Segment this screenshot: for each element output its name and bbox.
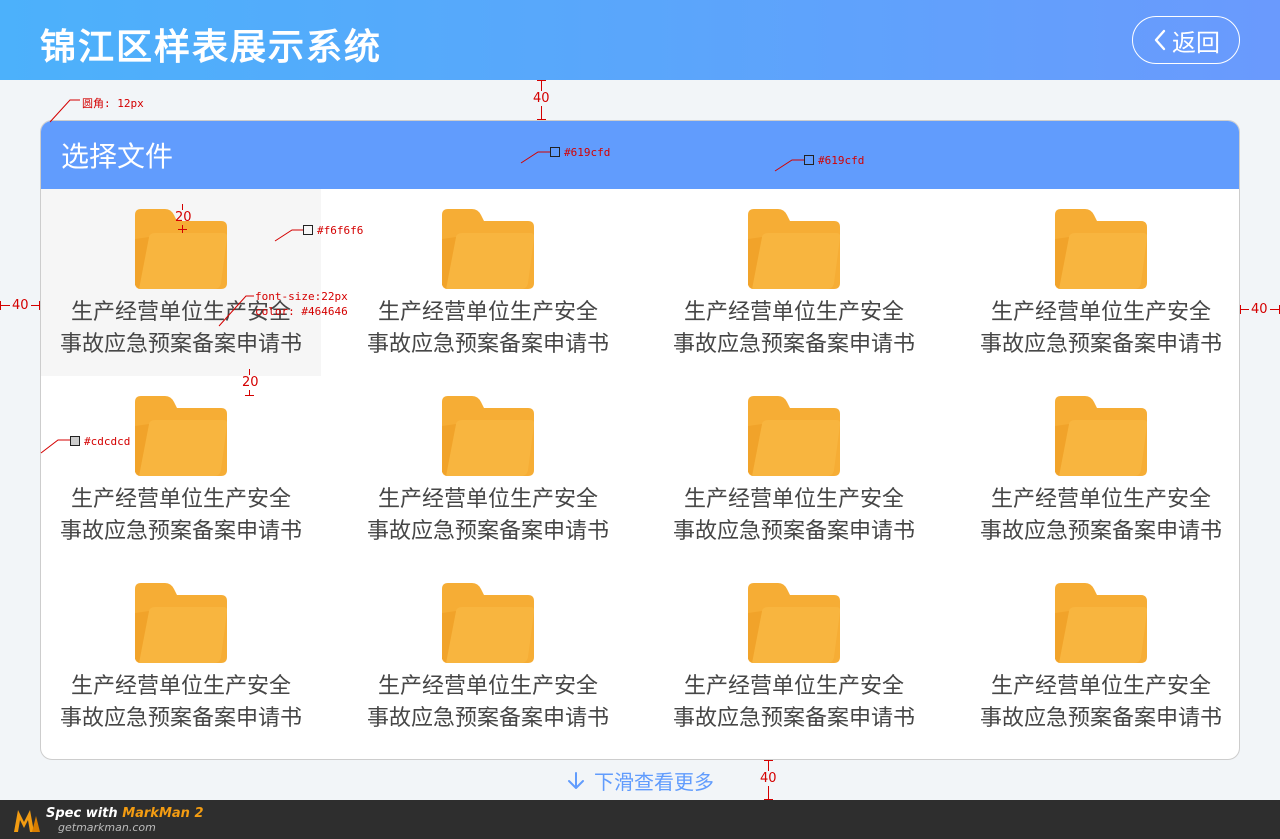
file-name-line: 事故应急预案备案申请书 [672, 519, 915, 544]
folder-icon [1055, 583, 1147, 663]
footer-spec-text: Spec with MarkMan 2 [46, 806, 204, 821]
dimension-tick [0, 301, 1, 310]
annotation-pointer [274, 229, 304, 242]
footer-site: getmarkman.com [58, 821, 156, 834]
file-item[interactable]: 生产经营单位生产安全 事故应急预案备案申请书 [348, 189, 628, 376]
file-name: 生产经营单位生产安全 事故应急预案备案申请书 [664, 297, 924, 361]
folder-icon [442, 396, 534, 476]
file-name: 生产经营单位生产安全 事故应急预案备案申请书 [358, 484, 618, 548]
dimension-tick [178, 229, 187, 230]
file-name-line: 生产经营单位生产安全 [70, 674, 291, 699]
app-title: 锦江区样表展示系统 [40, 27, 383, 68]
annotation-gap-left: 40 [10, 298, 31, 313]
file-item[interactable]: 生产经营单位生产安全 事故应急预案备案申请书 [961, 189, 1239, 376]
file-name: 生产经营单位生产安全 事故应急预案备案申请书 [664, 484, 924, 548]
file-name-line: 事故应急预案备案申请书 [979, 706, 1222, 731]
markman-logo-icon [14, 810, 40, 832]
file-name-line: 生产经营单位生产安全 [70, 487, 291, 512]
file-item[interactable]: 生产经营单位生产安全 事故应急预案备案申请书 [654, 376, 934, 563]
dimension-line [182, 204, 183, 210]
annotation-gap-top: 40 [533, 91, 550, 106]
file-item[interactable]: 生产经营单位生产安全 事故应急预案备案申请书 [654, 189, 934, 376]
file-name: 生产经营单位生产安全 事故应急预案备案申请书 [971, 484, 1231, 548]
file-name: 生产经营单位生产安全 事故应急预案备案申请书 [51, 671, 311, 735]
file-name-line: 生产经营单位生产安全 [377, 300, 598, 325]
file-name-line: 事故应急预案备案申请书 [366, 519, 609, 544]
file-name: 生产经营单位生产安全 事故应急预案备案申请书 [971, 671, 1231, 735]
file-name-line: 事故应急预案备案申请书 [59, 519, 302, 544]
folder-icon [442, 583, 534, 663]
annotation-pointer [40, 439, 70, 454]
back-button[interactable]: 返回 [1132, 16, 1240, 64]
annotation-radius: 圆角: 12px [82, 97, 144, 110]
annotation-pointer [49, 99, 80, 123]
annotation-pointer [520, 151, 550, 164]
annotation-pointer [218, 295, 254, 327]
file-name-line: 事故应急预案备案申请书 [59, 706, 302, 731]
file-name: 生产经营单位生产安全 事故应急预案备案申请书 [971, 297, 1231, 361]
annotation-border-color: #cdcdcd [70, 435, 130, 448]
annotation-font-color: color: #464646 [255, 305, 348, 318]
file-name-line: 事故应急预案备案申请书 [366, 332, 609, 357]
file-name-line: 生产经营单位生产安全 [990, 674, 1211, 699]
folder-icon [748, 396, 840, 476]
annotation-pad-top: 20 [175, 210, 192, 225]
top-bar: 锦江区样表展示系统 返回 [0, 0, 1280, 80]
footer-bar: Spec with MarkMan 2 getmarkman.com [0, 800, 1280, 839]
file-name: 生产经营单位生产安全 事故应急预案备案申请书 [664, 671, 924, 735]
file-item[interactable]: 生产经营单位生产安全 事故应急预案备案申请书 [961, 376, 1239, 563]
file-name: 生产经营单位生产安全 事故应急预案备案申请书 [358, 297, 618, 361]
file-name-line: 生产经营单位生产安全 [683, 300, 904, 325]
back-button-label: 返回 [1172, 28, 1220, 57]
file-name-line: 生产经营单位生产安全 [683, 674, 904, 699]
folder-icon [1055, 209, 1147, 289]
file-select-panel: 选择文件 生产经营单位生产安全 事故应急预案备案申请书 生产经营单位生产安全 事故应急… [40, 120, 1240, 760]
file-item[interactable]: 生产经营单位生产安全 事故应急预案备案申请书 [654, 563, 934, 750]
file-name-line: 生产经营单位生产安全 [990, 300, 1211, 325]
folder-icon [748, 583, 840, 663]
file-item[interactable]: 生产经营单位生产安全 事故应急预案备案申请书 [41, 376, 321, 563]
file-name: 生产经营单位生产安全 事故应急预案备案申请书 [51, 484, 311, 548]
chevron-left-icon [1154, 29, 1166, 51]
annotation-header-color-2: #619cfd [804, 154, 864, 167]
annotation-pointer [774, 159, 804, 172]
file-item[interactable]: 生产经营单位生产安全 事故应急预案备案申请书 [348, 376, 628, 563]
panel-title: 选择文件 [41, 121, 1239, 189]
annotation-font-size: font-size:22px [255, 290, 348, 303]
file-item[interactable]: 生产经营单位生产安全 事故应急预案备案申请书 [961, 563, 1239, 750]
file-name: 生产经营单位生产安全 事故应急预案备案申请书 [358, 671, 618, 735]
file-name-line: 事故应急预案备案申请书 [979, 332, 1222, 357]
file-name-line: 生产经营单位生产安全 [990, 487, 1211, 512]
scroll-more-hint[interactable]: 下滑查看更多 [566, 766, 714, 795]
annotation-pad-bottom: 20 [242, 375, 259, 390]
folder-icon [135, 583, 227, 663]
dimension-tick [39, 301, 40, 310]
folder-icon [748, 209, 840, 289]
annotation-gap-bottom: 40 [760, 771, 777, 786]
dimension-tick [1240, 305, 1241, 314]
file-name-line: 生产经营单位生产安全 [377, 487, 598, 512]
folder-icon [442, 209, 534, 289]
file-name-line: 事故应急预案备案申请书 [672, 706, 915, 731]
annotation-gap-right: 40 [1249, 302, 1270, 317]
arrow-down-icon [568, 771, 584, 789]
file-name-line: 生产经营单位生产安全 [683, 487, 904, 512]
dimension-tick [245, 395, 254, 396]
folder-icon [1055, 396, 1147, 476]
footer-brand: MarkMan 2 [122, 806, 204, 821]
file-name-line: 事故应急预案备案申请书 [979, 519, 1222, 544]
file-name-line: 事故应急预案备案申请书 [672, 332, 915, 357]
file-name-line: 事故应急预案备案申请书 [366, 706, 609, 731]
file-name-line: 生产经营单位生产安全 [377, 674, 598, 699]
dimension-tick [537, 80, 546, 81]
file-name-line: 事故应急预案备案申请书 [59, 332, 302, 357]
dimension-tick [764, 760, 773, 761]
dimension-tick [537, 119, 546, 120]
scroll-more-label: 下滑查看更多 [594, 770, 714, 794]
file-item[interactable]: 生产经营单位生产安全 事故应急预案备案申请书 [41, 563, 321, 750]
file-item[interactable]: 生产经营单位生产安全 事故应急预案备案申请书 [348, 563, 628, 750]
annotation-selected-bg: #f6f6f6 [303, 224, 363, 237]
annotation-header-color-1: #619cfd [550, 146, 610, 159]
folder-icon [135, 396, 227, 476]
